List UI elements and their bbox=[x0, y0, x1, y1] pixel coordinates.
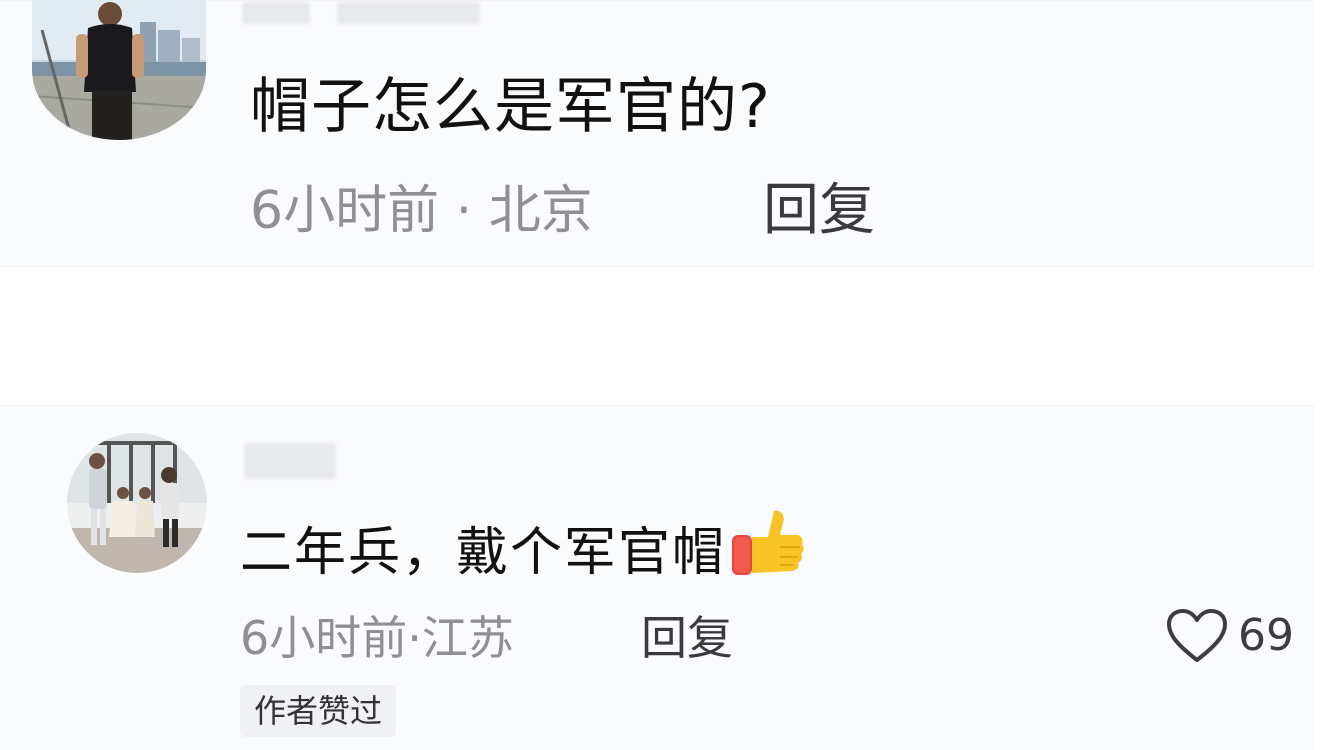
author-liked-badge: 作者赞过 bbox=[240, 685, 397, 737]
comment-text: 帽子怎么是军官的? bbox=[250, 72, 771, 142]
comment-text-content: 二年兵，戴个军官帽 bbox=[240, 523, 727, 583]
comment-location: 江苏 bbox=[421, 611, 514, 665]
comment-meta: 6小时前·江苏 bbox=[240, 608, 514, 668]
username-blurred[interactable] bbox=[242, 2, 310, 24]
thumbs-up-icon bbox=[730, 507, 806, 595]
avatar-photo-family-icon bbox=[67, 433, 207, 573]
meta-separator: · bbox=[407, 611, 422, 665]
avatar-photo-man-icon bbox=[32, 0, 206, 140]
comment-meta: 6小时前 · 北京 bbox=[250, 178, 593, 244]
comment-location: 北京 bbox=[488, 181, 593, 241]
reply-button[interactable]: 回复 bbox=[763, 178, 875, 244]
comment-text: 二年兵，戴个军官帽 bbox=[240, 510, 806, 595]
comment-time: 6小时前 bbox=[240, 611, 408, 665]
username-blurred[interactable] bbox=[337, 2, 480, 24]
comments-view: 帽子怎么是军官的? 6小时前 · 北京 回复 二年兵，戴个军官帽 6小时前·江苏… bbox=[0, 0, 1324, 750]
meta-separator: · bbox=[439, 181, 489, 241]
like-count: 69 bbox=[1238, 610, 1294, 661]
avatar[interactable] bbox=[67, 433, 207, 573]
avatar[interactable] bbox=[32, 0, 206, 140]
like-button[interactable]: 69 bbox=[1166, 606, 1294, 666]
username-blurred[interactable] bbox=[244, 443, 336, 479]
comment-time: 6小时前 bbox=[250, 181, 440, 241]
heart-icon bbox=[1167, 609, 1227, 662]
reply-button[interactable]: 回复 bbox=[641, 608, 733, 668]
